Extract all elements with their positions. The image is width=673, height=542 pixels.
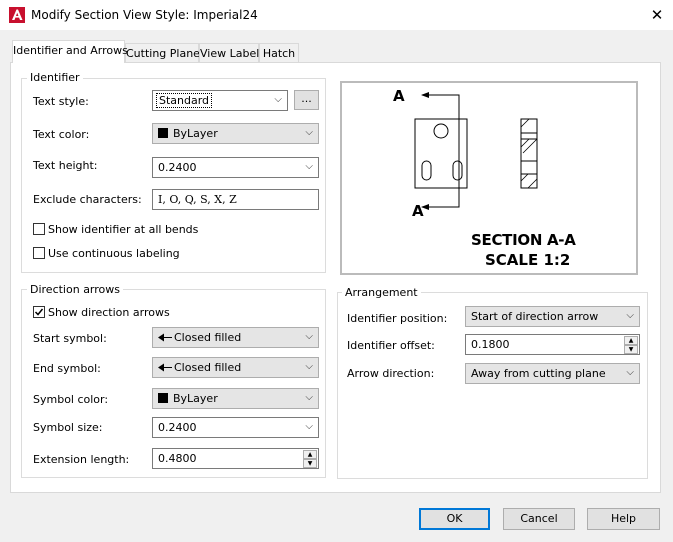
preview-marker-bottom: A — [412, 202, 424, 220]
exclude-characters-input[interactable]: I, O, Q, S, X, Z — [152, 189, 319, 210]
spin-up-icon[interactable]: ▲ — [624, 336, 638, 345]
end-symbol-label: End symbol: — [33, 362, 101, 375]
text-height-combo[interactable]: 0.2400 ⌵ — [152, 157, 319, 178]
exclude-characters-label: Exclude characters: — [33, 193, 142, 206]
identifier-offset-label: Identifier offset: — [347, 339, 435, 352]
identifier-legend: Identifier — [27, 71, 83, 84]
text-height-value: 0.2400 — [158, 161, 197, 174]
tab-cutting-plane[interactable]: Cutting Plane — [125, 43, 200, 63]
identifier-offset-input[interactable]: 0.1800 ▲ ▼ — [465, 334, 640, 355]
extension-length-value: 0.4800 — [158, 452, 197, 465]
chevron-down-icon: ⌵ — [305, 421, 313, 432]
show-direction-arrows-checkbox[interactable] — [33, 306, 45, 318]
end-symbol-select[interactable]: Closed filled ⌵ — [152, 357, 319, 378]
end-symbol-value: Closed filled — [174, 361, 242, 374]
chevron-down-icon: ⌵ — [626, 367, 634, 378]
extension-length-input[interactable]: 0.4800 ▲ ▼ — [152, 448, 319, 469]
cancel-button[interactable]: Cancel — [503, 508, 575, 530]
symbol-color-value: ByLayer — [173, 392, 218, 405]
identifier-position-select[interactable]: Start of direction arrow ⌵ — [465, 306, 640, 327]
text-color-label: Text color: — [33, 128, 90, 141]
arrow-direction-value: Away from cutting plane — [471, 367, 606, 380]
continuous-labeling-checkbox[interactable] — [33, 247, 45, 259]
tab-hatch[interactable]: Hatch — [259, 43, 299, 63]
symbol-size-value: 0.2400 — [158, 421, 197, 434]
checkmark-icon — [34, 308, 44, 316]
text-height-label: Text height: — [33, 159, 98, 172]
identifier-position-label: Identifier position: — [347, 312, 448, 325]
show-identifier-all-bends-label: Show identifier at all bends — [48, 223, 199, 236]
chevron-down-icon: ⌵ — [305, 331, 313, 342]
close-button[interactable]: ✕ — [646, 4, 668, 26]
chevron-down-icon: ⌵ — [274, 94, 282, 105]
chevron-down-icon: ⌵ — [626, 310, 634, 321]
continuous-labeling-label: Use continuous labeling — [48, 247, 180, 260]
window-title: Modify Section View Style: Imperial24 — [31, 8, 258, 22]
symbol-size-label: Symbol size: — [33, 421, 103, 434]
show-identifier-all-bends-checkbox[interactable] — [33, 223, 45, 235]
preview-marker-top: A — [393, 87, 405, 105]
identifier-position-value: Start of direction arrow — [471, 310, 599, 323]
chevron-down-icon: ⌵ — [305, 127, 313, 138]
symbol-color-label: Symbol color: — [33, 393, 109, 406]
color-swatch-icon — [158, 128, 168, 138]
text-style-select[interactable]: Standard ⌵ — [152, 90, 288, 111]
tab-view-label[interactable]: View Label — [199, 43, 259, 63]
show-direction-arrows-label: Show direction arrows — [48, 306, 170, 319]
tab-identifier-and-arrows[interactable]: Identifier and Arrows — [12, 40, 128, 63]
chevron-down-icon: ⌵ — [305, 161, 313, 172]
arrow-direction-label: Arrow direction: — [347, 367, 435, 380]
preview-scale-text: SCALE 1:2 — [485, 251, 571, 269]
help-button[interactable]: Help — [587, 508, 660, 530]
arrow-direction-select[interactable]: Away from cutting plane ⌵ — [465, 363, 640, 384]
arrangement-legend: Arrangement — [342, 286, 421, 299]
spin-up-icon[interactable]: ▲ — [303, 450, 317, 459]
symbol-size-combo[interactable]: 0.2400 ⌵ — [152, 417, 319, 438]
autocad-logo-icon — [9, 7, 25, 23]
start-symbol-value: Closed filled — [174, 331, 242, 344]
identifier-offset-value: 0.1800 — [471, 338, 510, 351]
chevron-down-icon: ⌵ — [305, 361, 313, 372]
closed-filled-arrow-icon — [158, 333, 172, 342]
spin-down-icon[interactable]: ▼ — [624, 345, 638, 354]
text-style-value: Standard — [156, 93, 213, 108]
close-icon: ✕ — [650, 6, 664, 24]
color-swatch-icon — [158, 393, 168, 403]
text-color-value: ByLayer — [173, 127, 218, 140]
spin-down-icon[interactable]: ▼ — [303, 459, 317, 468]
direction-arrows-legend: Direction arrows — [27, 283, 123, 296]
preview-section-title: SECTION A-A — [471, 231, 576, 249]
title-bar: Modify Section View Style: Imperial24 ✕ — [0, 0, 673, 30]
start-symbol-label: Start symbol: — [33, 332, 107, 345]
closed-filled-arrow-icon — [158, 363, 172, 372]
text-style-label: Text style: — [33, 95, 89, 108]
preview-pane: A A SECTION A-A SCALE 1:2 — [340, 81, 638, 275]
extension-length-label: Extension length: — [33, 453, 130, 466]
text-style-browse-button[interactable]: ... — [294, 90, 319, 110]
chevron-down-icon: ⌵ — [305, 392, 313, 403]
text-color-select[interactable]: ByLayer ⌵ — [152, 123, 319, 144]
start-symbol-select[interactable]: Closed filled ⌵ — [152, 327, 319, 348]
exclude-characters-value: I, O, Q, S, X, Z — [158, 193, 237, 206]
ok-button[interactable]: OK — [419, 508, 490, 530]
symbol-color-select[interactable]: ByLayer ⌵ — [152, 388, 319, 409]
